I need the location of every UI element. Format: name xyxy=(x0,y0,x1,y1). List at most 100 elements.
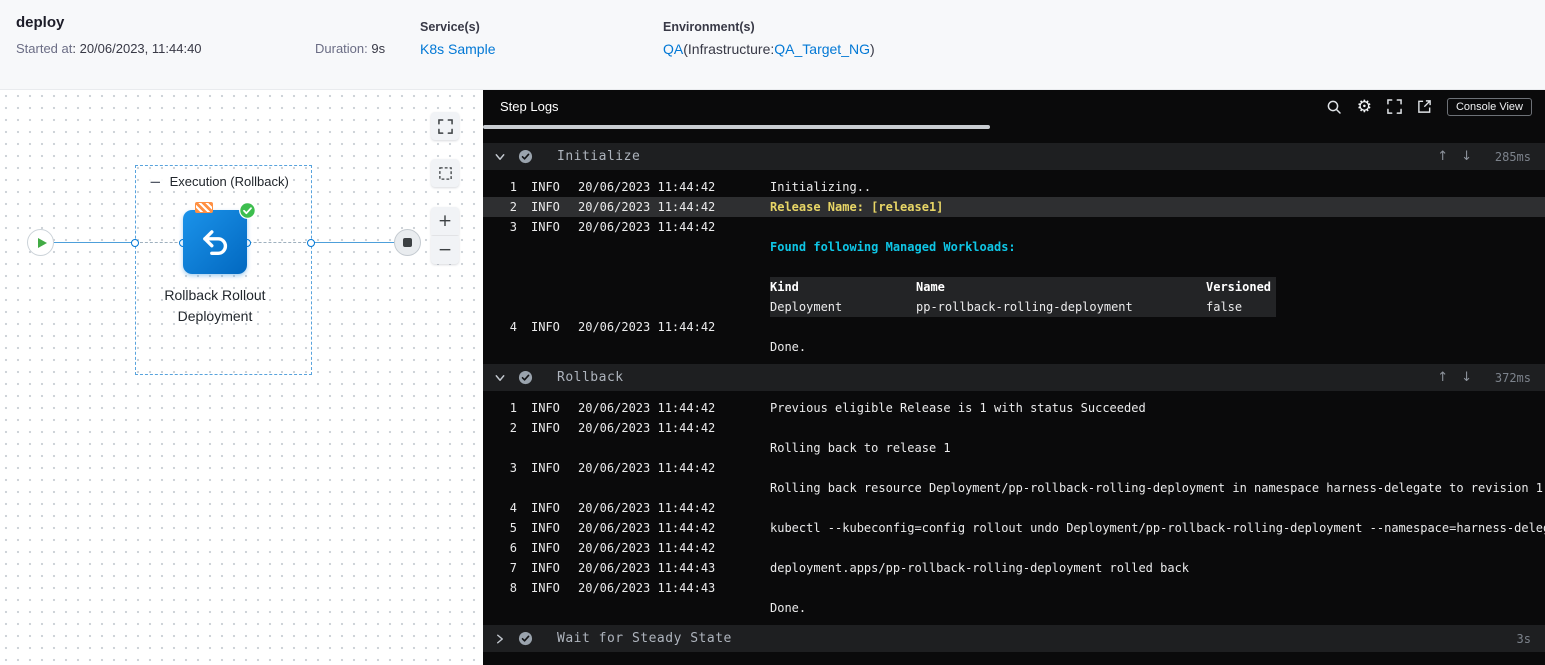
log-line: 1 INFO 20/06/2023 11:44:42 Initializing.. xyxy=(483,177,1545,197)
open-in-new-tab-icon[interactable] xyxy=(1417,99,1432,114)
log-section-header[interactable]: Wait for Steady State 3s xyxy=(483,625,1545,652)
log-section-title: Initialize xyxy=(557,149,641,164)
step-logs-panel: Step Logs ⚙ Console View Initialize ↑ ↓ … xyxy=(483,90,1545,665)
canvas-fit-view-button[interactable] xyxy=(431,112,459,140)
log-sections: Initialize ↑ ↓ 285ms 1 INFO 20/06/2023 11:44:4… xyxy=(483,143,1545,652)
log-line-number: 2 xyxy=(509,421,517,435)
environment-link[interactable]: QA xyxy=(663,41,683,57)
log-line-number: 1 xyxy=(509,180,517,194)
step-node-rollback-rollout[interactable] xyxy=(183,210,247,274)
scroll-to-top-icon[interactable]: ↑ xyxy=(1437,370,1448,385)
chevron-right-icon[interactable] xyxy=(494,633,506,645)
log-message: Rolling back resource Deployment/pp-roll… xyxy=(770,481,1544,495)
log-line-number xyxy=(483,438,517,458)
zoom-in-button[interactable]: + xyxy=(431,207,459,235)
log-message: Release Name: [release1] xyxy=(770,200,944,214)
log-timestamp xyxy=(578,598,770,618)
table-cell: Kind xyxy=(770,280,799,294)
log-level xyxy=(531,277,578,297)
scroll-to-bottom-icon[interactable]: ↓ xyxy=(1461,149,1472,164)
log-line: Done. xyxy=(483,598,1545,618)
console-view-button[interactable]: Console View xyxy=(1446,97,1532,116)
log-message xyxy=(770,418,1545,438)
main-split: − Execution (Rollback) Rollback Rollout … xyxy=(0,90,1545,665)
log-message xyxy=(770,257,1545,277)
connector-dot xyxy=(307,238,315,247)
log-timestamp: 20/06/2023 11:44:43 xyxy=(578,561,716,575)
scroll-to-bottom-icon[interactable]: ↓ xyxy=(1461,370,1472,385)
section-duration: 285ms xyxy=(1494,149,1531,164)
scroll-to-top-icon[interactable]: ↑ xyxy=(1437,149,1448,164)
collapse-minus-icon[interactable]: − xyxy=(149,174,162,189)
table-cell: pp-rollback-rolling-deployment xyxy=(916,300,1133,314)
log-timestamp: 20/06/2023 11:44:42 xyxy=(578,220,716,234)
run-pipeline-button[interactable] xyxy=(27,229,54,256)
table-cell: Name xyxy=(916,280,945,294)
search-icon[interactable] xyxy=(1326,99,1342,115)
log-timestamp: 20/06/2023 11:44:43 xyxy=(578,581,716,595)
log-line-number: 4 xyxy=(509,320,517,334)
log-line: Rolling back to release 1 xyxy=(483,438,1545,458)
log-section-header[interactable]: Initialize ↑ ↓ 285ms xyxy=(483,143,1545,170)
duration: Duration: 9s xyxy=(315,41,386,56)
log-line: 4 INFO 20/06/2023 11:44:42 xyxy=(483,317,1545,337)
section-header-right: ↑ ↓ 285ms xyxy=(1437,149,1531,164)
log-timestamp xyxy=(578,337,770,357)
log-scroll-area[interactable]: Initialize ↑ ↓ 285ms 1 INFO 20/06/2023 11:44:4… xyxy=(483,123,1545,665)
log-line: Deployment pp-rollback-rolling-deployment… xyxy=(483,297,1545,317)
log-line xyxy=(483,257,1545,277)
log-message xyxy=(770,578,1545,598)
log-level xyxy=(531,337,578,357)
infrastructure-link[interactable]: QA_Target_NG xyxy=(774,41,870,57)
environment-line: QA(Infrastructure:QA_Target_NG) xyxy=(663,41,875,59)
log-line: 3 INFO 20/06/2023 11:44:42 xyxy=(483,217,1545,237)
log-level: INFO xyxy=(531,561,560,575)
log-message: Previous eligible Release is 1 with stat… xyxy=(770,401,1146,415)
console-actions: ⚙ Console View xyxy=(1326,97,1532,117)
execution-group-label: Execution (Rollback) xyxy=(169,174,289,189)
log-message xyxy=(770,498,1545,518)
service-link[interactable]: K8s Sample xyxy=(420,41,495,57)
stop-node-button[interactable] xyxy=(394,229,421,256)
log-timestamp xyxy=(578,237,770,257)
execution-group-header[interactable]: − Execution (Rollback) xyxy=(145,173,293,190)
log-timestamp: 20/06/2023 11:44:42 xyxy=(578,401,716,415)
log-line-number: 4 xyxy=(509,501,517,515)
log-level xyxy=(531,297,578,317)
log-message: Done. xyxy=(770,340,807,354)
pipeline-canvas[interactable]: − Execution (Rollback) Rollback Rollout … xyxy=(0,90,483,665)
canvas-marquee-select-button[interactable] xyxy=(431,159,459,187)
log-message xyxy=(770,317,1545,337)
log-level: INFO xyxy=(531,180,560,194)
log-message xyxy=(770,217,1545,237)
log-level: INFO xyxy=(531,541,560,555)
log-section-header[interactable]: Rollback ↑ ↓ 372ms xyxy=(483,364,1545,391)
log-line: 7 INFO 20/06/2023 11:44:43 deployment.apps/… xyxy=(483,558,1545,578)
log-line-number: 1 xyxy=(509,401,517,415)
environments-label: Environment(s) xyxy=(663,20,755,34)
connector-line-right xyxy=(311,242,407,243)
pipeline-execution-page: deploy Started at: 20/06/2023, 11:44:40 … xyxy=(0,0,1545,665)
log-line-number xyxy=(483,598,517,618)
chevron-down-icon[interactable] xyxy=(494,372,506,384)
log-timestamp: 20/06/2023 11:44:42 xyxy=(578,200,716,214)
workloads-table-header: Kind Name Versioned xyxy=(770,277,1276,297)
settings-gear-icon[interactable]: ⚙ xyxy=(1357,97,1372,117)
console-header: Step Logs ⚙ Console View xyxy=(483,90,1545,123)
log-line-number: 7 xyxy=(509,561,517,575)
workloads-table-row: Deployment pp-rollback-rolling-deployment… xyxy=(770,297,1276,317)
log-message: Rolling back to release 1 xyxy=(770,441,951,455)
log-level: INFO xyxy=(531,501,560,515)
log-line: 3 INFO 20/06/2023 11:44:42 xyxy=(483,458,1545,478)
log-section-body: 1 INFO 20/06/2023 11:44:42 Previous eligibl… xyxy=(483,391,1545,625)
zoom-out-button[interactable]: − xyxy=(431,236,459,264)
step-success-check-icon xyxy=(239,202,256,219)
log-line-number: 5 xyxy=(509,521,517,535)
log-message xyxy=(770,538,1545,558)
horizontal-scrollbar-thumb[interactable] xyxy=(483,125,990,129)
connector-line-left xyxy=(40,242,135,243)
marquee-select-icon xyxy=(438,166,452,180)
fullscreen-icon[interactable] xyxy=(1387,99,1402,114)
chevron-down-icon[interactable] xyxy=(494,151,506,163)
log-timestamp xyxy=(578,257,770,277)
